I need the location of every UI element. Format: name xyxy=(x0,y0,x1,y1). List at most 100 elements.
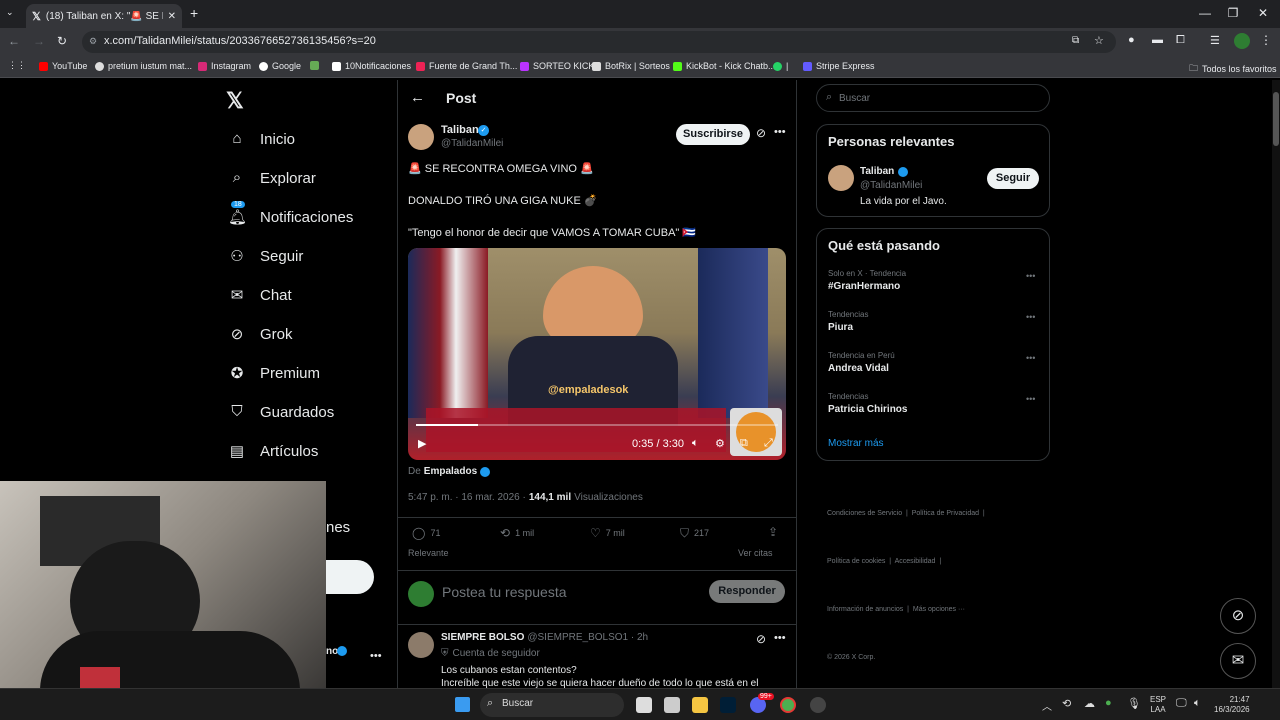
reply-input[interactable]: Postea tu respuesta xyxy=(442,584,567,600)
repost-action[interactable]: ⟲ 1 mil xyxy=(500,526,534,540)
grok-float-button[interactable]: ⊘ xyxy=(1220,598,1256,634)
sidebar-item-premium[interactable]: ✪ Premium xyxy=(228,364,320,383)
bookmark-kickbot[interactable]: KickBot - Kick Chatb... xyxy=(673,61,776,71)
taskbar-search[interactable]: ⌕ Buscar xyxy=(480,693,624,717)
sidebar-item-explorar[interactable]: ⌕ Explorar xyxy=(228,169,316,187)
video-player[interactable]: @empaladesok ▶ 0:35 / 3:30 🔈︎ ⚙ ⧉ ⤢ xyxy=(408,248,786,460)
trend-item[interactable]: Tendencia en Perú Andrea Vidal xyxy=(828,351,895,374)
grok-post-icon[interactable]: ⊘ xyxy=(756,126,766,140)
file-explorer-icon[interactable] xyxy=(692,697,708,713)
page-scrollbar[interactable] xyxy=(1272,80,1280,688)
close-window-icon[interactable]: ✕ xyxy=(1253,6,1273,20)
browser-tab[interactable]: 𝕏 (18) Taliban en X: "🚨 SE RECON ✕ xyxy=(26,4,182,28)
volume-icon[interactable]: 🔈︎ xyxy=(1194,697,1201,710)
reply-action[interactable]: ◯ 71 xyxy=(412,526,440,540)
tray-arrow-icon[interactable]: ︿ xyxy=(1042,698,1052,713)
share-icon[interactable]: ⇪ xyxy=(768,525,778,539)
tab-search-icon[interactable]: ⌄ xyxy=(6,7,14,18)
author-name[interactable]: Taliban xyxy=(441,124,479,136)
bookmark-youtube[interactable]: YouTube xyxy=(39,61,87,71)
bookmark-action[interactable]: ⛉ 217 xyxy=(680,526,709,541)
settings-icon[interactable]: ⚙ xyxy=(715,437,725,450)
bookmark-botrix[interactable]: BotRix | Sorteos xyxy=(592,61,670,71)
puzzle-icon[interactable]: ⧠ xyxy=(1176,34,1185,47)
bookmark-stripe[interactable]: Stripe Express xyxy=(803,61,875,71)
language-indicator[interactable]: ESP LAA xyxy=(1150,695,1166,715)
reply-author-handle[interactable]: @SIEMPRE_BOLSO1 · 2h xyxy=(527,632,648,643)
post-time[interactable]: 5:47 p. m. · 16 mar. 2026 · xyxy=(408,492,526,503)
relevant-name[interactable]: Taliban xyxy=(860,166,894,177)
play-icon[interactable]: ▶ xyxy=(418,437,426,450)
bookmark-grand-theft[interactable]: Fuente de Grand Th... xyxy=(416,61,517,71)
close-tab-icon[interactable]: ✕ xyxy=(168,11,176,22)
volume-icon[interactable]: 🔈︎ xyxy=(692,437,699,450)
account-more-icon[interactable]: ••• xyxy=(370,650,382,662)
subscribe-button[interactable]: Suscribirse xyxy=(676,124,750,145)
trend-item[interactable]: Tendencias Piura xyxy=(828,310,868,333)
search-input[interactable]: Buscar xyxy=(839,93,870,104)
trend-more-icon[interactable]: ••• xyxy=(1026,312,1035,322)
back-arrow-icon[interactable]: ← xyxy=(410,89,425,106)
bookmark-whatsapp[interactable]: | xyxy=(773,61,788,71)
bookmark-unnamed[interactable] xyxy=(310,61,319,70)
like-action[interactable]: ♡ 7 mil xyxy=(590,526,625,540)
relevant-avatar[interactable] xyxy=(828,165,854,191)
bookmark-star-icon[interactable]: ☆ xyxy=(1094,34,1104,47)
windows-start-icon[interactable] xyxy=(455,697,470,712)
bookmark-instagram[interactable]: Instagram xyxy=(198,61,251,71)
author-avatar[interactable] xyxy=(408,124,434,150)
view-quotes-link[interactable]: Ver citas xyxy=(738,548,773,558)
tray-app-icon[interactable]: ● xyxy=(1105,697,1112,709)
app2-icon[interactable] xyxy=(810,697,826,713)
reply-button[interactable]: Responder xyxy=(709,580,785,603)
messages-float-button[interactable]: ✉ xyxy=(1220,643,1256,679)
reading-list-icon[interactable]: ☰ xyxy=(1210,34,1220,47)
sidebar-item-notificaciones[interactable]: 🔔︎ 18 Notificaciones xyxy=(228,201,353,226)
maximize-icon[interactable]: ❐ xyxy=(1223,6,1243,20)
sidebar-item-guardados[interactable]: ⛉ Guardados xyxy=(228,403,334,421)
new-tab-icon[interactable]: + xyxy=(190,5,198,21)
trend-more-icon[interactable]: ••• xyxy=(1026,271,1035,281)
install-icon[interactable]: ⧉ xyxy=(1072,35,1079,46)
app-icon[interactable] xyxy=(664,697,680,713)
bookmark-pretium[interactable]: pretium iustum mat... xyxy=(95,61,192,71)
relevant-handle[interactable]: @TalidanMilei xyxy=(860,180,922,191)
trend-item[interactable]: Tendencias Patricia Chirinos xyxy=(828,392,907,415)
grok-reply-icon[interactable]: ⊘ xyxy=(756,632,766,646)
sort-relevant[interactable]: Relevante xyxy=(408,548,449,558)
fullscreen-icon[interactable]: ⤢ xyxy=(764,437,773,450)
cloud-icon[interactable]: ☁ xyxy=(1084,697,1095,710)
video-progress-track[interactable] xyxy=(416,424,778,426)
reply-author-name[interactable]: SIEMPRE BOLSO xyxy=(441,632,524,643)
minimize-icon[interactable]: — xyxy=(1195,6,1215,20)
search-box[interactable]: ⌕ Buscar xyxy=(816,84,1050,112)
photoshop-icon[interactable] xyxy=(720,697,736,713)
more-options-icon[interactable]: ••• xyxy=(774,126,786,138)
x-logo-icon[interactable]: 𝕏 xyxy=(226,88,244,114)
tray-icon[interactable]: ⟲ xyxy=(1062,697,1071,710)
all-bookmarks[interactable]: 🗀 Todos los favoritos xyxy=(1189,61,1277,77)
forward-icon[interactable]: → xyxy=(33,34,45,48)
back-icon[interactable]: ← xyxy=(8,34,20,48)
task-view-icon[interactable] xyxy=(636,697,652,713)
chrome-icon[interactable] xyxy=(780,697,796,713)
bookmark-google[interactable]: Google xyxy=(259,61,301,71)
site-info-icon[interactable]: ⚙ xyxy=(89,36,97,47)
reload-icon[interactable]: ↻ xyxy=(57,34,67,48)
microphone-icon[interactable]: 🎙︎ xyxy=(1127,697,1141,710)
trend-item[interactable]: Solo en X · Tendencia #GranHermano xyxy=(828,269,906,292)
show-more-link[interactable]: Mostrar más xyxy=(828,438,884,449)
network-icon[interactable]: 🖵︎ xyxy=(1176,697,1187,710)
extension-icon[interactable]: ● xyxy=(1128,34,1135,46)
extension2-icon[interactable]: ▬ xyxy=(1152,34,1163,46)
footer-links[interactable]: Condiciones de Servicio | Política de Pr… xyxy=(827,474,985,688)
url-field[interactable]: ⚙ x.com/TalidanMilei/status/203367665273… xyxy=(82,31,1116,53)
source-account-link[interactable]: Empalados xyxy=(424,466,477,477)
clock[interactable]: 21:47 16/3/2026 xyxy=(1214,695,1250,715)
sidebar-item-partial[interactable]: nes xyxy=(326,519,350,536)
profile-avatar[interactable] xyxy=(1234,33,1250,49)
trend-more-icon[interactable]: ••• xyxy=(1026,353,1035,363)
menu-icon[interactable]: ⋮ xyxy=(1260,33,1272,47)
apps-icon[interactable]: ⋮⋮ xyxy=(8,60,26,71)
sidebar-item-articulos[interactable]: ▤ Artículos xyxy=(228,442,318,461)
